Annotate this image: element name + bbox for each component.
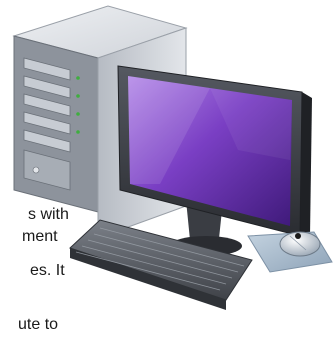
keyboard: [69, 219, 253, 310]
mouse-icon: [279, 231, 321, 257]
monitor: [117, 65, 312, 256]
scene: ems with s with ment es. It ute to: [0, 0, 333, 338]
desktop-computer-illustration: [12, 5, 333, 310]
power-button-icon: [32, 166, 40, 174]
